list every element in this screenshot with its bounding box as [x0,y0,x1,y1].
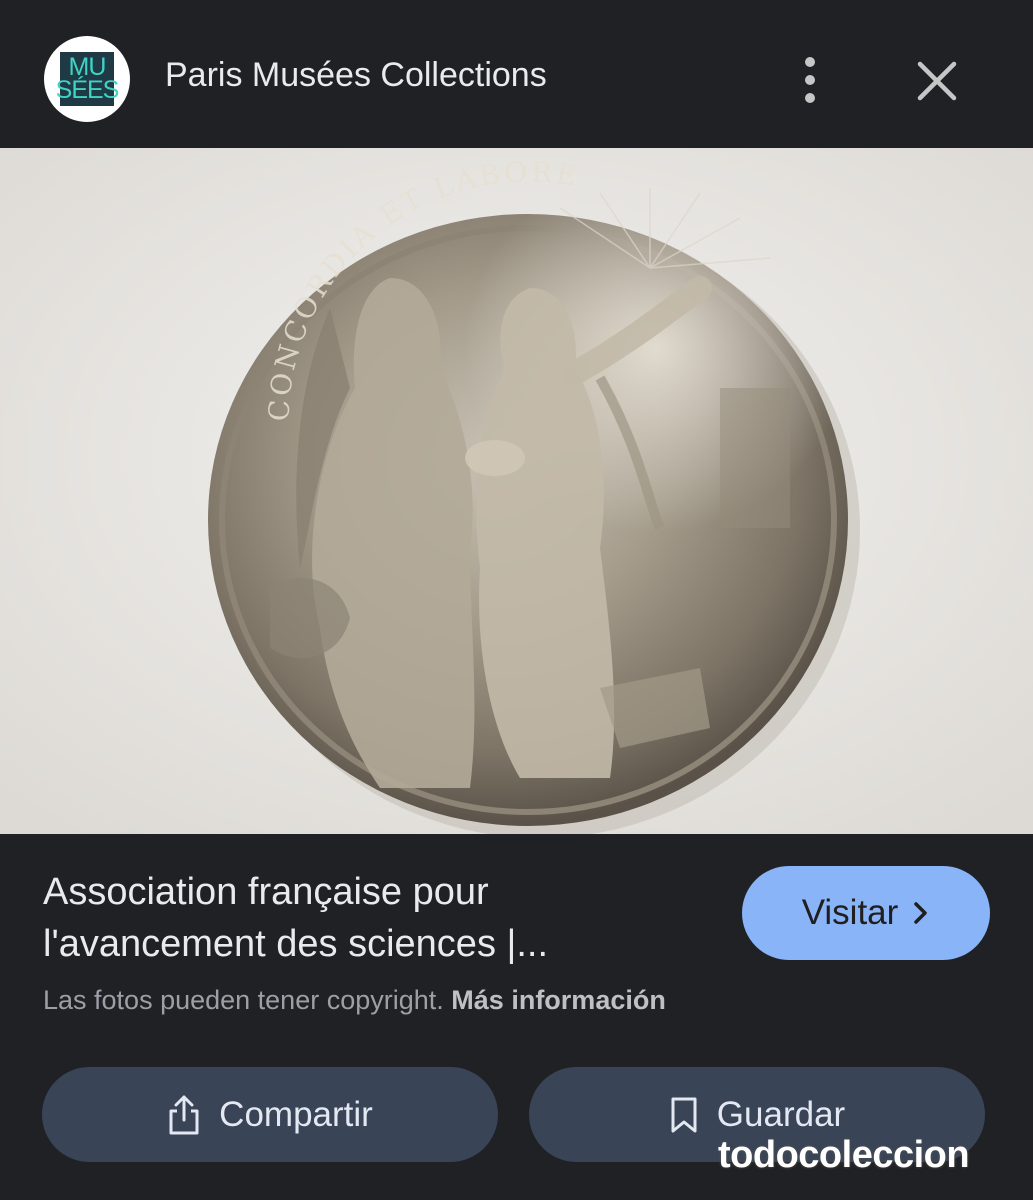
more-vert-icon [805,57,815,103]
result-image[interactable]: CONCORDIA ET LABORE [0,148,1033,834]
medal-image: CONCORDIA ET LABORE [0,148,1033,834]
site-name[interactable]: Paris Musées Collections [165,56,547,95]
copyright-notice: Las fotos pueden tener copyright. Más in… [43,985,666,1016]
close-button[interactable] [912,56,962,106]
chevron-right-icon [914,902,928,924]
share-label: Compartir [219,1094,373,1134]
more-info-link[interactable]: Más información [451,985,666,1015]
share-icon [169,1095,199,1134]
visit-button[interactable]: Visitar [742,866,990,960]
bookmark-icon [671,1097,697,1132]
site-logo[interactable]: MU SÉES [44,36,130,122]
site-logo-mark: MU SÉES [56,52,119,106]
result-title[interactable]: Association française pour l'avancement … [43,866,683,970]
logo-line-2: SÉES [55,76,120,104]
more-options-button[interactable] [792,52,828,108]
visit-label: Visitar [801,893,899,932]
header-bar: MU SÉES Paris Musées Collections [0,0,1033,148]
share-button[interactable]: Compartir [42,1067,498,1162]
copyright-text: Las fotos pueden tener copyright. [43,985,444,1015]
watermark: todocoleccion [718,1134,970,1176]
close-icon [917,61,957,101]
save-label: Guardar [716,1094,846,1134]
